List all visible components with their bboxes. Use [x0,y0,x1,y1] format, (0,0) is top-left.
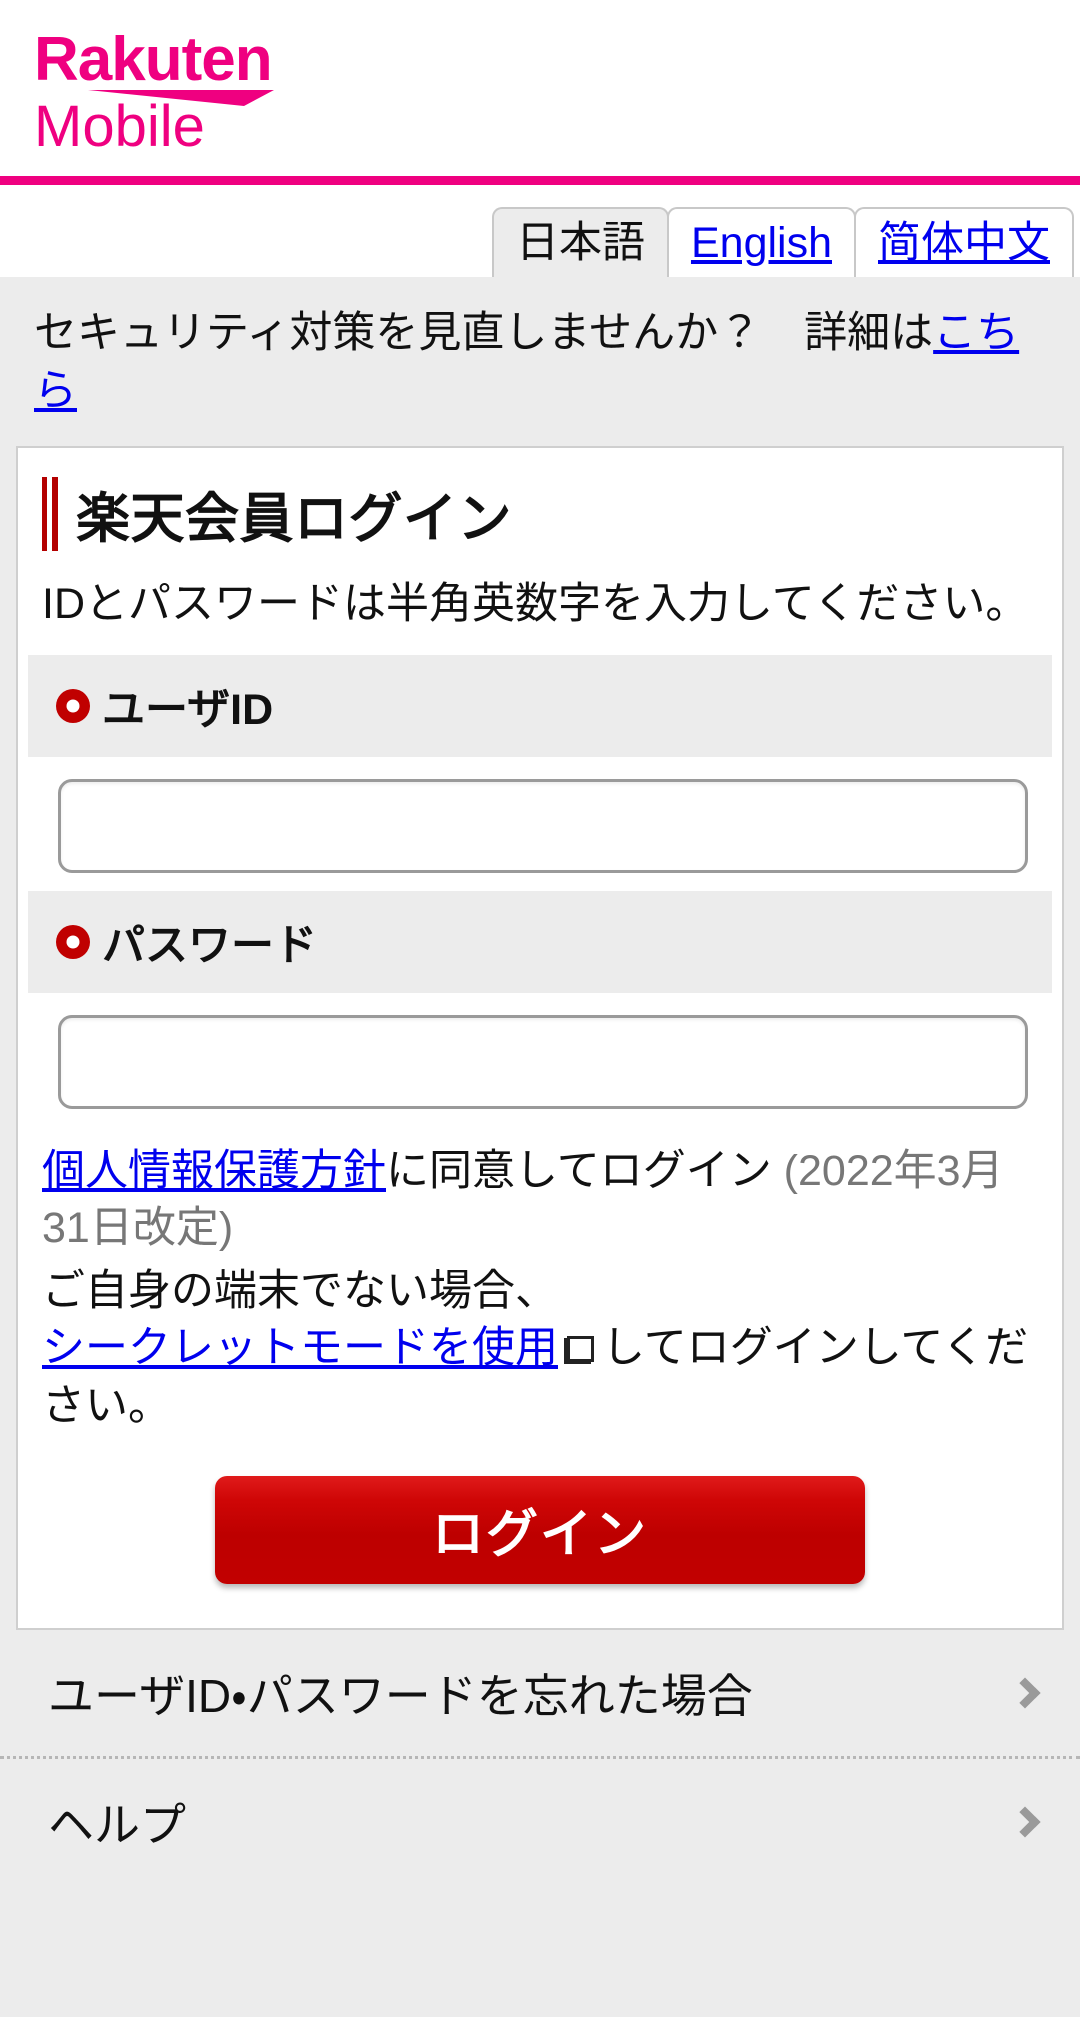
consent-text-after: に同意してログイン [386,1147,784,1196]
page-body: セキュリティ対策を見直しませんか？ 詳細はこちら 楽天会員ログイン IDとパスワ… [0,277,1080,2017]
brand-rule [0,176,1080,185]
bottom-links: ユーザID・パスワードを忘れた場合 ヘルプ [0,1629,1080,1885]
password-input-wrap [18,993,1062,1127]
language-tab-japanese-label: 日本語 [515,218,645,267]
required-dot-icon [56,689,90,724]
language-tab-chinese-label: 简体中文 [878,218,1050,267]
link-forgot-credentials-label: ユーザID・パスワードを忘れた場合 [48,1669,753,1722]
page-title: 楽天会員ログイン [76,489,512,550]
password-input[interactable] [58,1015,1028,1110]
device-note: ご自身の端末でない場合、 シークレットモードを使用 してログインしてください。 [18,1257,1062,1436]
svg-text:Mobile: Mobile [34,94,205,148]
login-card: 楽天会員ログイン IDとパスワードは半角英数字を入力してください。 ユーザID … [16,446,1064,1630]
language-tab-english-label: English [690,218,832,267]
login-description: IDとパスワードは半角英数字を入力してください。 [42,580,1029,629]
external-link-icon [564,1336,594,1365]
secret-mode-link[interactable]: シークレットモードを使用 [42,1324,558,1372]
link-help[interactable]: ヘルプ [0,1758,1080,1885]
language-tab-english[interactable]: English [666,207,856,277]
required-dot-icon [56,925,90,960]
security-notice-text: セキュリティ対策を見直しませんか？ 詳細は [34,309,934,357]
user-id-input-wrap [18,757,1062,891]
privacy-policy-link[interactable]: 個人情報保護方針 [42,1147,386,1195]
user-id-input[interactable] [58,779,1028,874]
link-help-label: ヘルプ [48,1798,186,1851]
chevron-right-icon [1009,1677,1041,1709]
site-header: Rakuten Mobile [0,0,1080,148]
user-id-label: ユーザID [102,686,274,735]
language-tab-chinese[interactable]: 简体中文 [854,207,1074,277]
language-switcher: 日本語 English 简体中文 [0,185,1080,277]
heading-accent-bars [42,476,58,551]
password-label-row: パスワード [28,891,1052,994]
login-card-header: 楽天会員ログイン [18,448,1062,571]
login-button-wrap: ログイン [18,1436,1062,1628]
password-label: パスワード [102,922,317,971]
language-tab-japanese[interactable]: 日本語 [491,207,669,277]
device-note-line1: ご自身の端末でない場合、 [42,1266,558,1315]
security-notice: セキュリティ対策を見直しませんか？ 詳細はこちら [0,277,1080,446]
chevron-right-icon [1009,1806,1041,1838]
svg-text:Rakuten: Rakuten [34,28,272,94]
consent-text: 個人情報保護方針に同意してログイン (2022年3月31日改定) [18,1127,1062,1257]
rakuten-mobile-logo: Rakuten Mobile [34,28,274,148]
login-button[interactable]: ログイン [215,1475,865,1584]
link-forgot-credentials[interactable]: ユーザID・パスワードを忘れた場合 [0,1629,1080,1759]
user-id-label-row: ユーザID [28,655,1052,758]
